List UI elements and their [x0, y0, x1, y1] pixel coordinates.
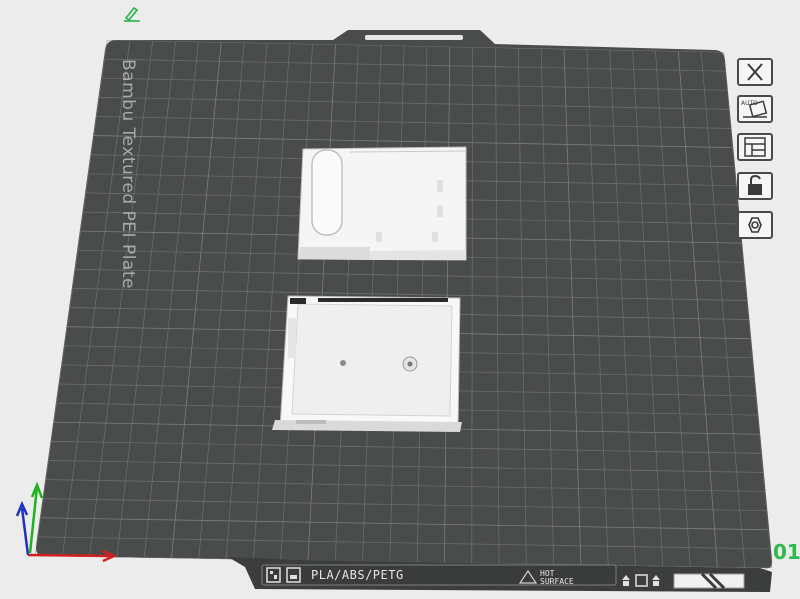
model-cartridge-back[interactable]: [272, 295, 462, 432]
close-plate-button[interactable]: [737, 58, 773, 86]
lock-icon: [748, 174, 762, 195]
model-cartridge-front[interactable]: [297, 146, 467, 261]
arrange-icon: [744, 137, 766, 157]
plate-name-label: Bambu Textured PEI Plate: [113, 58, 143, 290]
plate-settings-button[interactable]: [737, 211, 773, 239]
edit-plate-name-icon[interactable]: [120, 4, 144, 22]
plate-name-text: Bambu Textured PEI Plate: [118, 59, 138, 289]
plate-corner-marker: [673, 572, 745, 590]
arrange-button[interactable]: [737, 133, 773, 161]
material-label: PLA/ABS/PETG: [311, 568, 404, 582]
auto-orient-icon: AUTO: [741, 100, 768, 118]
plate-settings-icon: [748, 217, 762, 233]
plate-orientation-icons: [622, 574, 660, 587]
lock-plate-button[interactable]: [737, 172, 773, 200]
close-icon: [747, 63, 763, 81]
plate-handle: [365, 35, 463, 40]
plate-number[interactable]: 01: [773, 540, 800, 564]
auto-orient-button[interactable]: AUTO: [737, 95, 773, 123]
3d-viewport[interactable]: Bambu Textured PEI Plate PLA/ABS/PETG HO…: [0, 0, 800, 599]
hot-surface-label-line2: SURFACE: [540, 577, 574, 586]
plate-type-icons: [266, 567, 306, 583]
